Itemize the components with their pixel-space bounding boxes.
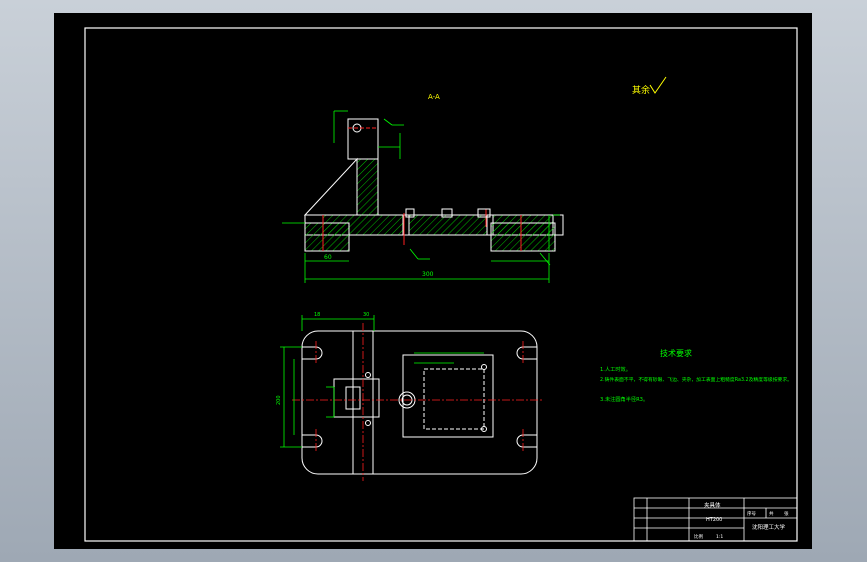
dim-left-step: 60 [324, 254, 332, 261]
cad-drawing-canvas[interactable]: 300 60 A-A 其余 18 30 200 技术要求 1.人工时效。 2.铸… [54, 13, 812, 549]
tech-requirement-line-2: 2.铸件表面不平，不得有砂眼、飞边、夹杂，加工表面上粗糙度Ra3.2及精度等级按… [600, 376, 792, 383]
title-cell-scale: 比例 [694, 533, 703, 540]
support-rib [303, 157, 358, 216]
title-cell-serial: 序号 [747, 510, 756, 517]
dim-top-a: 18 [314, 312, 320, 318]
dim-overall-length: 300 [422, 271, 434, 278]
title-material: HT200 [706, 517, 722, 523]
roughness-symbol-icon [649, 76, 667, 94]
plan-dimensions [280, 315, 484, 448]
section-view-a-a [303, 118, 564, 252]
dim-base-width: 200 [276, 395, 282, 405]
section-label: A-A [428, 93, 440, 101]
plan-outline [301, 330, 538, 475]
tech-requirement-line-3: 3.未注圆角半径R3。 [600, 395, 648, 403]
title-cell-ratio: 1:1 [716, 534, 723, 540]
tech-requirement-line-1: 1.人工时效。 [600, 365, 631, 373]
title-cell-total: 共 [769, 510, 774, 517]
title-school: 沈阳理工大学 [752, 523, 786, 531]
drawing-svg: 300 60 A-A 其余 18 30 200 技术要求 1.人工时效。 2.铸… [84, 27, 798, 542]
title-part-name: 夹具体 [704, 501, 721, 509]
drawing-border [84, 27, 798, 542]
plan-center-lines [292, 323, 542, 481]
window-frame: 300 60 A-A 其余 18 30 200 技术要求 1.人工时效。 2.铸… [0, 0, 867, 562]
title-cell-sheets: 张 [784, 510, 789, 517]
upper-block [347, 118, 379, 160]
dim-top-b: 30 [363, 312, 369, 318]
roughness-note: 其余 [632, 84, 650, 96]
plan-view [301, 330, 538, 475]
tech-requirements-title: 技术要求 [660, 348, 692, 358]
